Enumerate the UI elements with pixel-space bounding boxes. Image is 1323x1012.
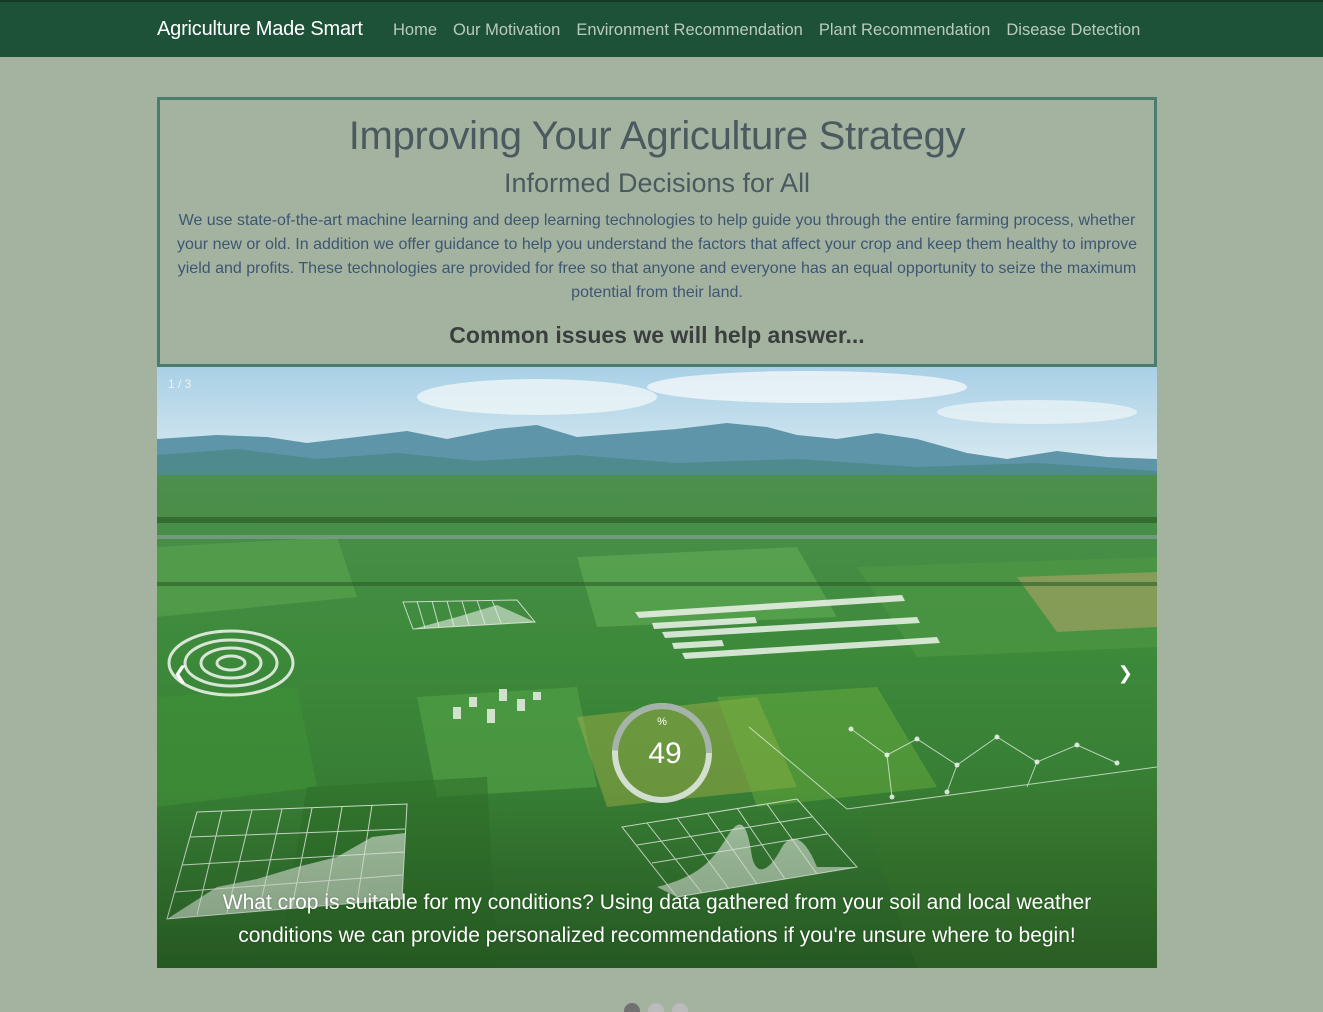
slide-dots [624, 1003, 688, 1012]
common-issues-heading: Common issues we will help answer... [449, 322, 865, 348]
nav-link-environment-recommendation[interactable]: Environment Recommendation [576, 21, 803, 40]
nav-link-disease-detection[interactable]: Disease Detection [1006, 21, 1140, 40]
slide-image-farmland: % 49 [157, 367, 1157, 968]
slide-caption: What crop is suitable for my conditions?… [222, 891, 1092, 947]
slideshow: % 49 [157, 367, 1157, 968]
intro-paragraph: We use state-of-the-art machine learning… [177, 212, 1137, 301]
navbar: Agriculture Made Smart Home Our Motivati… [0, 0, 1323, 57]
brand-link[interactable]: Agriculture Made Smart [157, 18, 363, 41]
nav-link-our-motivation[interactable]: Our Motivation [453, 21, 560, 40]
slide-dot-3[interactable] [672, 1003, 688, 1012]
nav-links: Home Our Motivation Environment Recommen… [393, 21, 1140, 40]
slide-dot-2[interactable] [648, 1003, 664, 1012]
slide-next-icon[interactable]: ❯ [1118, 663, 1133, 684]
intro-box: Improving Your Agriculture Strategy Info… [157, 97, 1157, 367]
page-title: Improving Your Agriculture Strategy [348, 114, 966, 158]
slide-prev-icon[interactable]: ❮ [173, 663, 188, 684]
slide-dot-1[interactable] [624, 1003, 640, 1012]
nav-link-home[interactable]: Home [393, 21, 437, 40]
nav-link-plant-recommendation[interactable]: Plant Recommendation [819, 21, 991, 40]
slide-counter: 1 / 3 [168, 377, 192, 391]
page-subtitle: Informed Decisions for All [503, 168, 811, 198]
